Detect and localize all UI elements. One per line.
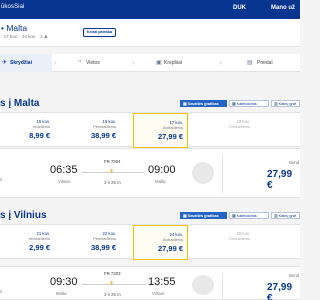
bag-icon: ▣	[156, 60, 162, 66]
date-cell[interactable]: 22 kov. Penktadienis 38,99 €	[66, 225, 120, 260]
flight-duration: 3 h 25 m	[104, 180, 121, 185]
price-label: Bend	[289, 273, 300, 278]
plane-icon: ✈	[109, 281, 115, 287]
date-cell-selected[interactable]: 17 kov. Antradienis 27,99 €	[133, 113, 188, 148]
view-label: Kalendorius	[236, 102, 257, 106]
weekday-label: Antradienis	[162, 125, 183, 130]
step-label: Vietos	[86, 60, 100, 66]
weekday-label: Penktadienis	[93, 236, 116, 241]
select-flight-button[interactable]	[192, 275, 214, 295]
arrival-city: Vilnius	[152, 291, 165, 296]
flight-duration: 3 h 25 m	[104, 292, 121, 297]
date-cell[interactable]: 21 kov. etvirtadienis 2,99 €	[0, 225, 54, 260]
date-price: 38,99 €	[90, 131, 116, 140]
arrival-time: 13:55	[148, 276, 176, 288]
flight-city: s	[0, 289, 3, 294]
price-label: Bend	[289, 160, 300, 165]
step-bags[interactable]: ▣ Krepšiai	[154, 54, 204, 72]
booking-steps: ✈ Skrydžiai › ⑁ Vietos › ▣ Krepšiai › ▤ …	[0, 54, 300, 72]
date-price: 27,99 €	[157, 244, 183, 253]
date-cell-selected[interactable]: 24 kov. Antradienis 27,99 €	[133, 225, 188, 260]
step-flights[interactable]: ✈ Skrydžiai	[0, 54, 52, 72]
step-arrow-icon: ›	[54, 58, 57, 67]
plane-icon: ✈	[109, 169, 115, 175]
route-details: · 17 kov. - 24 kov. · 1 ♟	[1, 34, 48, 39]
weekday-label: Penktadienis	[93, 124, 116, 129]
return-flight-card[interactable]: s 09:30 Malta FR 7303 ✈ 3 h 25 m 13:55 V…	[0, 266, 300, 300]
outbound-title: s į Malta	[0, 98, 40, 109]
change-search-button[interactable]: Keisti paieška	[83, 28, 116, 37]
flight-price: 27,99 €	[267, 169, 293, 191]
weekly-view-button[interactable]: ▦ Savaitės grafikas	[180, 212, 227, 219]
step-label: Skrydžiai	[10, 60, 32, 66]
view-label: Savaitės grafikas	[187, 102, 219, 106]
step-label: Krepšiai	[164, 60, 183, 66]
divider	[222, 273, 223, 300]
departure-time: 06:35	[50, 164, 78, 176]
weekday-label: Trečiadienis	[228, 124, 250, 129]
departure-city: Vilnius	[58, 179, 71, 184]
view-label: Kainų graf	[278, 214, 296, 218]
outbound-flight-card[interactable]: s 06:35 Vilnius FR 7304 ✈ 3 h 25 m 09:00…	[0, 148, 300, 198]
step-seats[interactable]: ⑁ Vietos	[76, 54, 126, 72]
flight-city: s	[0, 177, 3, 182]
view-label: Savaitės grafikas	[187, 214, 219, 218]
price-chart-button[interactable]: ▥ Kainų graf	[271, 100, 300, 107]
date-price: 2,99 €	[29, 243, 50, 252]
departure-city: Malta	[56, 291, 67, 296]
weekday-label: etvirtadienis	[28, 236, 50, 241]
select-flight-button[interactable]	[192, 162, 214, 184]
step-arrow-icon: ›	[132, 58, 135, 67]
date-cell[interactable]: 15 kov. rmadienis 8,99 €	[0, 113, 54, 148]
account-link[interactable]: Mano už	[271, 5, 295, 11]
date-cell[interactable]: 16 kov. Penktadienis 38,99 €	[66, 113, 120, 148]
route-title: • Malta	[1, 23, 28, 33]
arrival-city: Malta	[155, 179, 166, 184]
price-chart-button[interactable]: ▥ Kainų graf	[271, 212, 300, 219]
extras-icon: ▤	[247, 60, 253, 66]
weekday-label: Trečiadienis	[228, 236, 250, 241]
flight-price: 27,99 €	[267, 282, 293, 300]
language-link[interactable]: DUK	[233, 5, 246, 11]
calendar-view-button[interactable]: ▦ Kalendorius	[229, 212, 269, 219]
date-price: 8,99 €	[29, 131, 50, 140]
date-price: 27,99 €	[157, 132, 183, 141]
return-date-strip: 21 kov. etvirtadienis 2,99 € 22 kov. Pen…	[0, 224, 300, 260]
step-arrow-icon: ›	[219, 58, 222, 67]
outbound-date-strip: 15 kov. rmadienis 8,99 € 16 kov. Penktad…	[0, 112, 300, 148]
step-extras[interactable]: ▤ Priedai	[241, 54, 296, 72]
weekly-view-button[interactable]: ▦ Savaitės grafikas	[180, 100, 227, 107]
date-cell[interactable]: 25 kov. Trečiadienis	[200, 225, 254, 260]
flight-number: FR 7304	[104, 159, 121, 164]
calendar-view-button[interactable]: ▦ Kalendorius	[229, 100, 269, 107]
brand-logo[interactable]: ūkosSiai	[1, 4, 24, 10]
view-label: Kainų graf	[278, 102, 296, 106]
return-title: s į Vilnius	[0, 210, 47, 221]
plane-icon: ✈	[2, 60, 8, 66]
weekday-label: rmadienis	[32, 124, 50, 129]
date-cell[interactable]: 18 kov. Trečiadienis	[200, 113, 254, 148]
date-price: 38,99 €	[90, 243, 116, 252]
step-label: Priedai	[257, 60, 273, 66]
weekday-label: Antradienis	[162, 237, 183, 242]
arrival-time: 09:00	[148, 164, 176, 176]
top-bar: ūkosSiai DUK Mano už	[0, 0, 300, 19]
divider	[222, 155, 223, 193]
departure-time: 09:30	[50, 276, 78, 288]
route-summary: • Malta · 17 kov. - 24 kov. · 1 ♟ Keisti…	[0, 19, 300, 47]
flight-number: FR 7303	[104, 271, 121, 276]
view-label: Kalendorius	[236, 214, 257, 218]
seat-icon: ⑁	[78, 59, 82, 65]
